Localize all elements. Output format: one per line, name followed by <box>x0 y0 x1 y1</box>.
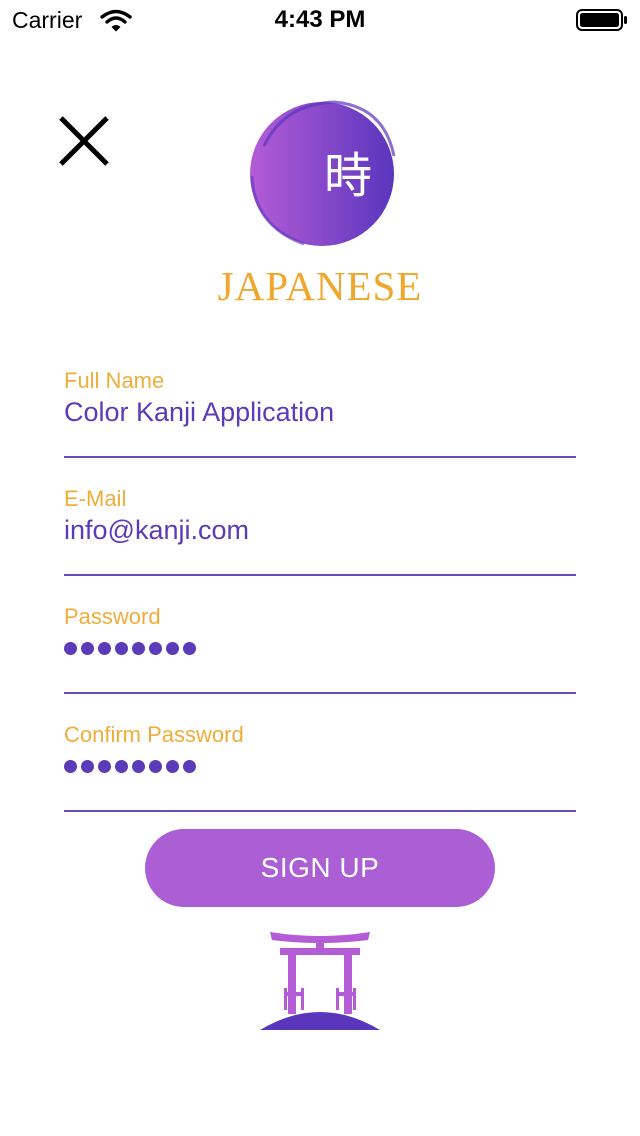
close-button[interactable] <box>56 113 112 169</box>
password-dot <box>149 641 162 655</box>
confirm-password-input[interactable] <box>64 750 200 780</box>
password-label: Password <box>64 604 161 629</box>
close-icon <box>59 116 109 166</box>
password-dot <box>64 759 77 773</box>
logo-kanji: 時 <box>324 148 372 204</box>
password-dot <box>166 641 179 655</box>
password-dot <box>183 759 196 773</box>
password-dot <box>64 641 77 655</box>
password-dot <box>115 641 128 655</box>
torii-gate-icon <box>260 932 380 1030</box>
logo-title: JAPANESE <box>217 263 423 309</box>
email-label: E-Mail <box>64 486 127 511</box>
password-field: Password <box>64 604 576 694</box>
confirm-password-field: Confirm Password <box>64 722 576 812</box>
password-dot <box>98 759 111 773</box>
password-dot <box>166 759 179 773</box>
full-name-label: Full Name <box>64 368 165 393</box>
password-dot <box>81 759 94 773</box>
sign-up-button[interactable]: SIGN UP <box>145 829 495 907</box>
password-dot <box>132 759 145 773</box>
password-input[interactable] <box>64 632 200 662</box>
password-dot <box>183 641 196 655</box>
password-dot <box>149 759 162 773</box>
full-name-field: Full Name <box>64 368 576 458</box>
password-dot <box>115 759 128 773</box>
status-time: 4:43 PM <box>274 6 366 33</box>
confirm-password-label: Confirm Password <box>64 722 244 747</box>
password-dot <box>81 641 94 655</box>
battery-icon <box>576 9 627 31</box>
password-dot <box>98 641 111 655</box>
status-bar: Carrier 4:43 PM <box>0 0 640 40</box>
password-dot <box>132 641 145 655</box>
full-name-input[interactable] <box>64 394 576 430</box>
email-field: E-Mail <box>64 486 576 576</box>
email-input[interactable] <box>64 512 576 548</box>
logo-badge: 時 <box>250 100 396 246</box>
